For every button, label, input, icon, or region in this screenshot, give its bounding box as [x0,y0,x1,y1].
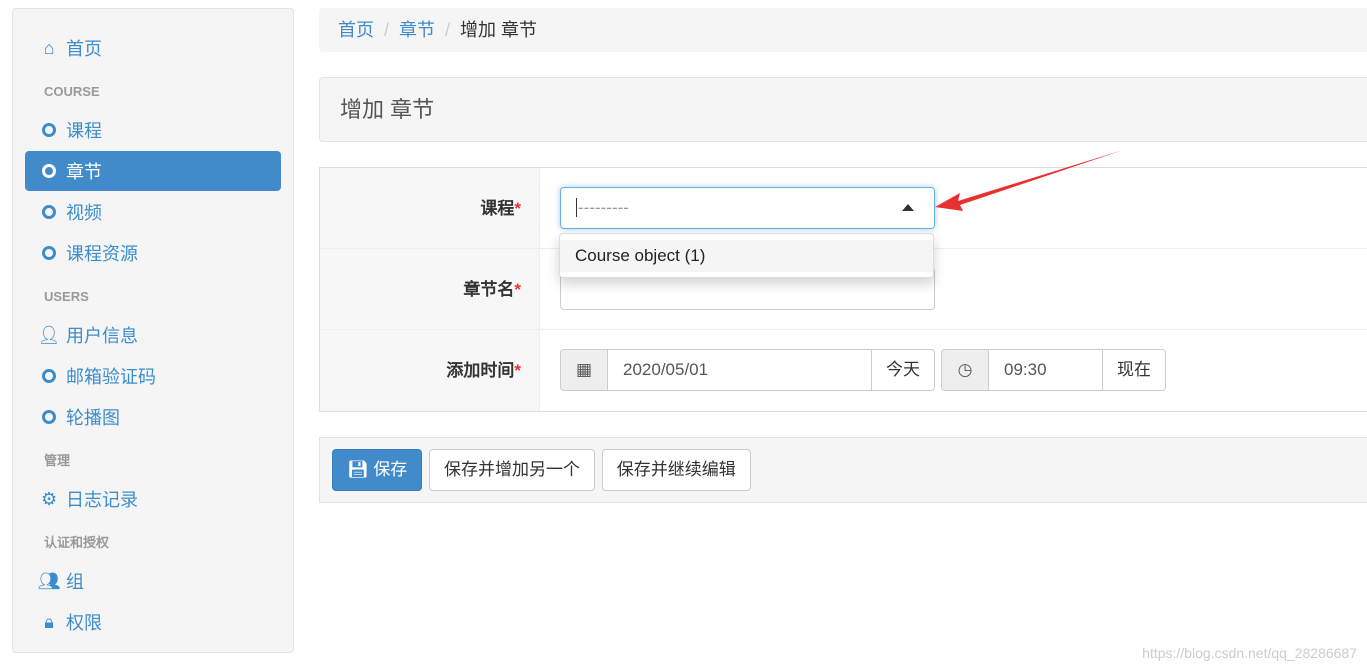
gear-icon: ⚙ [40,488,58,509]
add-time-label: 添加时间* [320,330,540,411]
clock-icon: ◷ [942,350,989,390]
circle-icon [41,369,57,383]
page-title: 增加 章节 [319,77,1367,142]
sidebar-item-chapter[interactable]: 章节 [25,151,281,191]
watermark: https://blog.csdn.net/qq_28286687 [1142,645,1357,661]
label: 章节 [66,162,102,182]
save-button[interactable]: 💾︎ 保存 [332,449,423,491]
course-select[interactable]: --------- [560,187,935,229]
sidebar-item-log[interactable]: ⚙ 日志记录 [25,479,281,519]
date-input[interactable]: 2020/05/01 [608,350,871,390]
breadcrumb-current: 增加 章节 [460,20,538,40]
sidebar-item-group[interactable]: 👥︎ 组 [25,561,281,601]
chapter-form: 课程* --------- 章节名* 添加时间* ▦ 2020/05/01 今天 ◷ 0… [319,167,1367,412]
save-and-add-button[interactable]: 保存并增加另一个 [429,449,596,491]
circle-icon [41,246,57,260]
breadcrumb-chapter[interactable]: 章节 [399,20,435,40]
circle-icon [41,205,57,219]
now-button[interactable]: 现在 [1102,350,1165,390]
label: 课程资源 [66,244,138,264]
course-dropdown: Course object (1) [559,233,934,278]
sidebar-item-resource[interactable]: 课程资源 [25,233,281,273]
label: 首页 [66,39,102,59]
section-header: 管理 [44,453,71,468]
section-header: USERS [44,289,89,304]
section-header: 认证和授权 [44,535,110,550]
breadcrumb-home[interactable]: 首页 [338,20,374,40]
label: 日志记录 [66,490,138,510]
label: 课程 [66,121,102,141]
circle-icon [41,410,57,424]
sidebar-item-home[interactable]: ⌂ 首页 [25,28,281,68]
course-label: 课程* [320,168,540,248]
label: 用户信息 [66,326,138,346]
label: 权限 [66,613,102,633]
time-input[interactable]: 09:30 [989,350,1102,390]
sidebar-item-course[interactable]: 课程 [25,110,281,150]
label: 组 [66,572,84,592]
save-and-continue-button[interactable]: 保存并继续编辑 [601,449,751,491]
caret-up-icon [902,204,914,211]
label: 轮播图 [66,408,120,428]
breadcrumb: 首页 / 章节 / 增加 章节 [319,8,1367,52]
calendar-icon: ▦ [561,350,608,390]
annotation-arrow [935,150,1123,211]
action-bar: 💾︎ 保存 保存并增加另一个 保存并继续编辑 [319,437,1367,503]
course-option[interactable]: Course object (1) [560,240,933,272]
section-header: COURSE [44,84,100,99]
lock-icon: 🔒︎ [44,611,54,632]
save-icon: 💾︎ [347,460,374,479]
users-icon: 👥︎ [37,570,61,591]
label: 视频 [66,203,102,223]
sidebar-item-permission[interactable]: 🔒︎ 权限 [25,602,281,642]
circle-icon [41,123,57,137]
user-icon: 👤︎ [37,324,61,345]
sidebar-item-emailcode[interactable]: 邮箱验证码 [25,356,281,396]
sidebar-item-banner[interactable]: 轮播图 [25,397,281,437]
circle-icon [41,164,57,178]
sidebar: ⌂ 首页 COURSE 课程 章节 视频 课程资源 USERS 👤︎ 用户信息 邮箱… [12,8,294,653]
sidebar-item-video[interactable]: 视频 [25,192,281,232]
chapter-name-label: 章节名* [320,249,540,329]
home-icon: ⌂ [43,37,55,58]
today-button[interactable]: 今天 [871,350,934,390]
sidebar-item-userinfo[interactable]: 👤︎ 用户信息 [25,315,281,355]
label: 邮箱验证码 [66,367,156,387]
